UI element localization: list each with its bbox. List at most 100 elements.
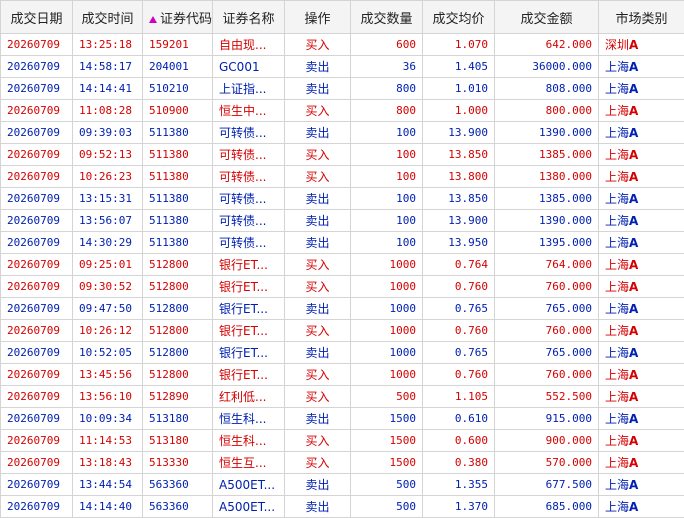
table-row[interactable]: 2026070914:58:17204001GC001卖出361.4053600…: [1, 56, 684, 78]
cell-quantity: 100: [351, 210, 423, 232]
cell-name: 银行ET...: [213, 342, 285, 364]
cell-operation: 卖出: [285, 78, 351, 100]
cell-price: 1.010: [423, 78, 495, 100]
cell-amount: 900.000: [495, 430, 599, 452]
column-header-op[interactable]: 操作: [285, 1, 351, 34]
cell-market: 上海A: [599, 276, 684, 298]
table-row[interactable]: 2026070909:52:13511380可转债...买入10013.8501…: [1, 144, 684, 166]
market-suffix: A: [629, 126, 638, 140]
cell-name: GC001: [213, 56, 285, 78]
column-header-name[interactable]: 证券名称: [213, 1, 285, 34]
cell-price: 13.850: [423, 188, 495, 210]
cell-time: 09:52:13: [73, 144, 143, 166]
table-row[interactable]: 2026070910:52:05512800银行ET...卖出10000.765…: [1, 342, 684, 364]
column-header-date[interactable]: 成交日期: [1, 1, 73, 34]
column-header-time[interactable]: 成交时间: [73, 1, 143, 34]
cell-date: 20260709: [1, 232, 73, 254]
table-row[interactable]: 2026070913:15:31511380可转债...卖出10013.8501…: [1, 188, 684, 210]
table-row[interactable]: 2026070913:45:56512800银行ET...买入10000.760…: [1, 364, 684, 386]
cell-market: 上海A: [599, 254, 684, 276]
table-row[interactable]: 2026070913:25:18159201自由现...买入6001.07064…: [1, 34, 684, 56]
cell-quantity: 500: [351, 386, 423, 408]
cell-amount: 800.000: [495, 100, 599, 122]
cell-name: 可转债...: [213, 122, 285, 144]
cell-quantity: 100: [351, 122, 423, 144]
table-row[interactable]: 2026070914:14:40563360A500ET...卖出5001.37…: [1, 496, 684, 518]
market-suffix: A: [629, 346, 638, 360]
cell-code: 510900: [143, 100, 213, 122]
cell-date: 20260709: [1, 78, 73, 100]
cell-amount: 764.000: [495, 254, 599, 276]
table-row[interactable]: 2026070914:30:29511380可转债...卖出10013.9501…: [1, 232, 684, 254]
market-suffix: A: [629, 38, 638, 52]
cell-code: 513180: [143, 430, 213, 452]
table-row[interactable]: 2026070913:56:10512890红利低...买入5001.10555…: [1, 386, 684, 408]
cell-code: 511380: [143, 188, 213, 210]
market-name: 上海: [605, 346, 629, 360]
cell-amount: 1380.000: [495, 166, 599, 188]
market-suffix: A: [629, 148, 638, 162]
market-name: 深圳: [605, 38, 629, 52]
column-header-amount[interactable]: 成交金额: [495, 1, 599, 34]
table-row[interactable]: 2026070910:09:34513180恒生科...卖出15000.6109…: [1, 408, 684, 430]
cell-market: 上海A: [599, 56, 684, 78]
cell-name: 银行ET...: [213, 298, 285, 320]
cell-name: 恒生互...: [213, 452, 285, 474]
cell-date: 20260709: [1, 144, 73, 166]
market-name: 上海: [605, 412, 629, 426]
cell-market: 上海A: [599, 78, 684, 100]
table-row[interactable]: 2026070910:26:23511380可转债...买入10013.8001…: [1, 166, 684, 188]
cell-price: 0.600: [423, 430, 495, 452]
column-header-market[interactable]: 市场类别: [599, 1, 684, 34]
table-row[interactable]: 2026070914:14:41510210上证指...卖出8001.01080…: [1, 78, 684, 100]
table-row[interactable]: 2026070909:30:52512800银行ET...买入10000.760…: [1, 276, 684, 298]
cell-quantity: 1500: [351, 408, 423, 430]
table-row[interactable]: 2026070913:56:07511380可转债...卖出10013.9001…: [1, 210, 684, 232]
cell-amount: 760.000: [495, 320, 599, 342]
column-header-code[interactable]: 证券代码: [143, 1, 213, 34]
market-suffix: A: [629, 368, 638, 382]
cell-operation: 买入: [285, 364, 351, 386]
cell-date: 20260709: [1, 56, 73, 78]
market-name: 上海: [605, 236, 629, 250]
column-header-code-label: 证券代码: [160, 12, 212, 27]
cell-code: 204001: [143, 56, 213, 78]
cell-price: 0.760: [423, 276, 495, 298]
table-row[interactable]: 2026070909:25:01512800银行ET...买入10000.764…: [1, 254, 684, 276]
market-suffix: A: [629, 104, 638, 118]
column-header-price[interactable]: 成交均价: [423, 1, 495, 34]
cell-code: 511380: [143, 210, 213, 232]
trade-records-table: 成交日期 成交时间 证券代码 证券名称 操作 成交数量 成交均价 成交金额 市场…: [0, 0, 684, 518]
cell-time: 10:26:23: [73, 166, 143, 188]
cell-operation: 卖出: [285, 122, 351, 144]
table-row[interactable]: 2026070909:47:50512800银行ET...卖出10000.765…: [1, 298, 684, 320]
cell-date: 20260709: [1, 386, 73, 408]
table-row[interactable]: 2026070911:08:28510900恒生中...买入8001.00080…: [1, 100, 684, 122]
table-row[interactable]: 2026070913:18:43513330恒生互...买入15000.3805…: [1, 452, 684, 474]
cell-market: 上海A: [599, 408, 684, 430]
cell-time: 13:25:18: [73, 34, 143, 56]
cell-price: 0.610: [423, 408, 495, 430]
cell-price: 0.764: [423, 254, 495, 276]
cell-code: 512800: [143, 276, 213, 298]
cell-code: 563360: [143, 496, 213, 518]
cell-market: 上海A: [599, 430, 684, 452]
cell-time: 13:56:07: [73, 210, 143, 232]
market-suffix: A: [629, 258, 638, 272]
table-row[interactable]: 2026070911:14:53513180恒生科...买入15000.6009…: [1, 430, 684, 452]
table-row[interactable]: 2026070913:44:54563360A500ET...卖出5001.35…: [1, 474, 684, 496]
cell-quantity: 1500: [351, 452, 423, 474]
table-row[interactable]: 2026070910:26:12512800银行ET...买入10000.760…: [1, 320, 684, 342]
market-name: 上海: [605, 390, 629, 404]
cell-operation: 卖出: [285, 342, 351, 364]
table-row[interactable]: 2026070909:39:03511380可转债...卖出10013.9001…: [1, 122, 684, 144]
market-name: 上海: [605, 82, 629, 96]
cell-market: 上海A: [599, 364, 684, 386]
cell-code: 159201: [143, 34, 213, 56]
cell-amount: 642.000: [495, 34, 599, 56]
cell-quantity: 36: [351, 56, 423, 78]
cell-name: 红利低...: [213, 386, 285, 408]
market-name: 上海: [605, 104, 629, 118]
column-header-qty[interactable]: 成交数量: [351, 1, 423, 34]
cell-amount: 765.000: [495, 298, 599, 320]
